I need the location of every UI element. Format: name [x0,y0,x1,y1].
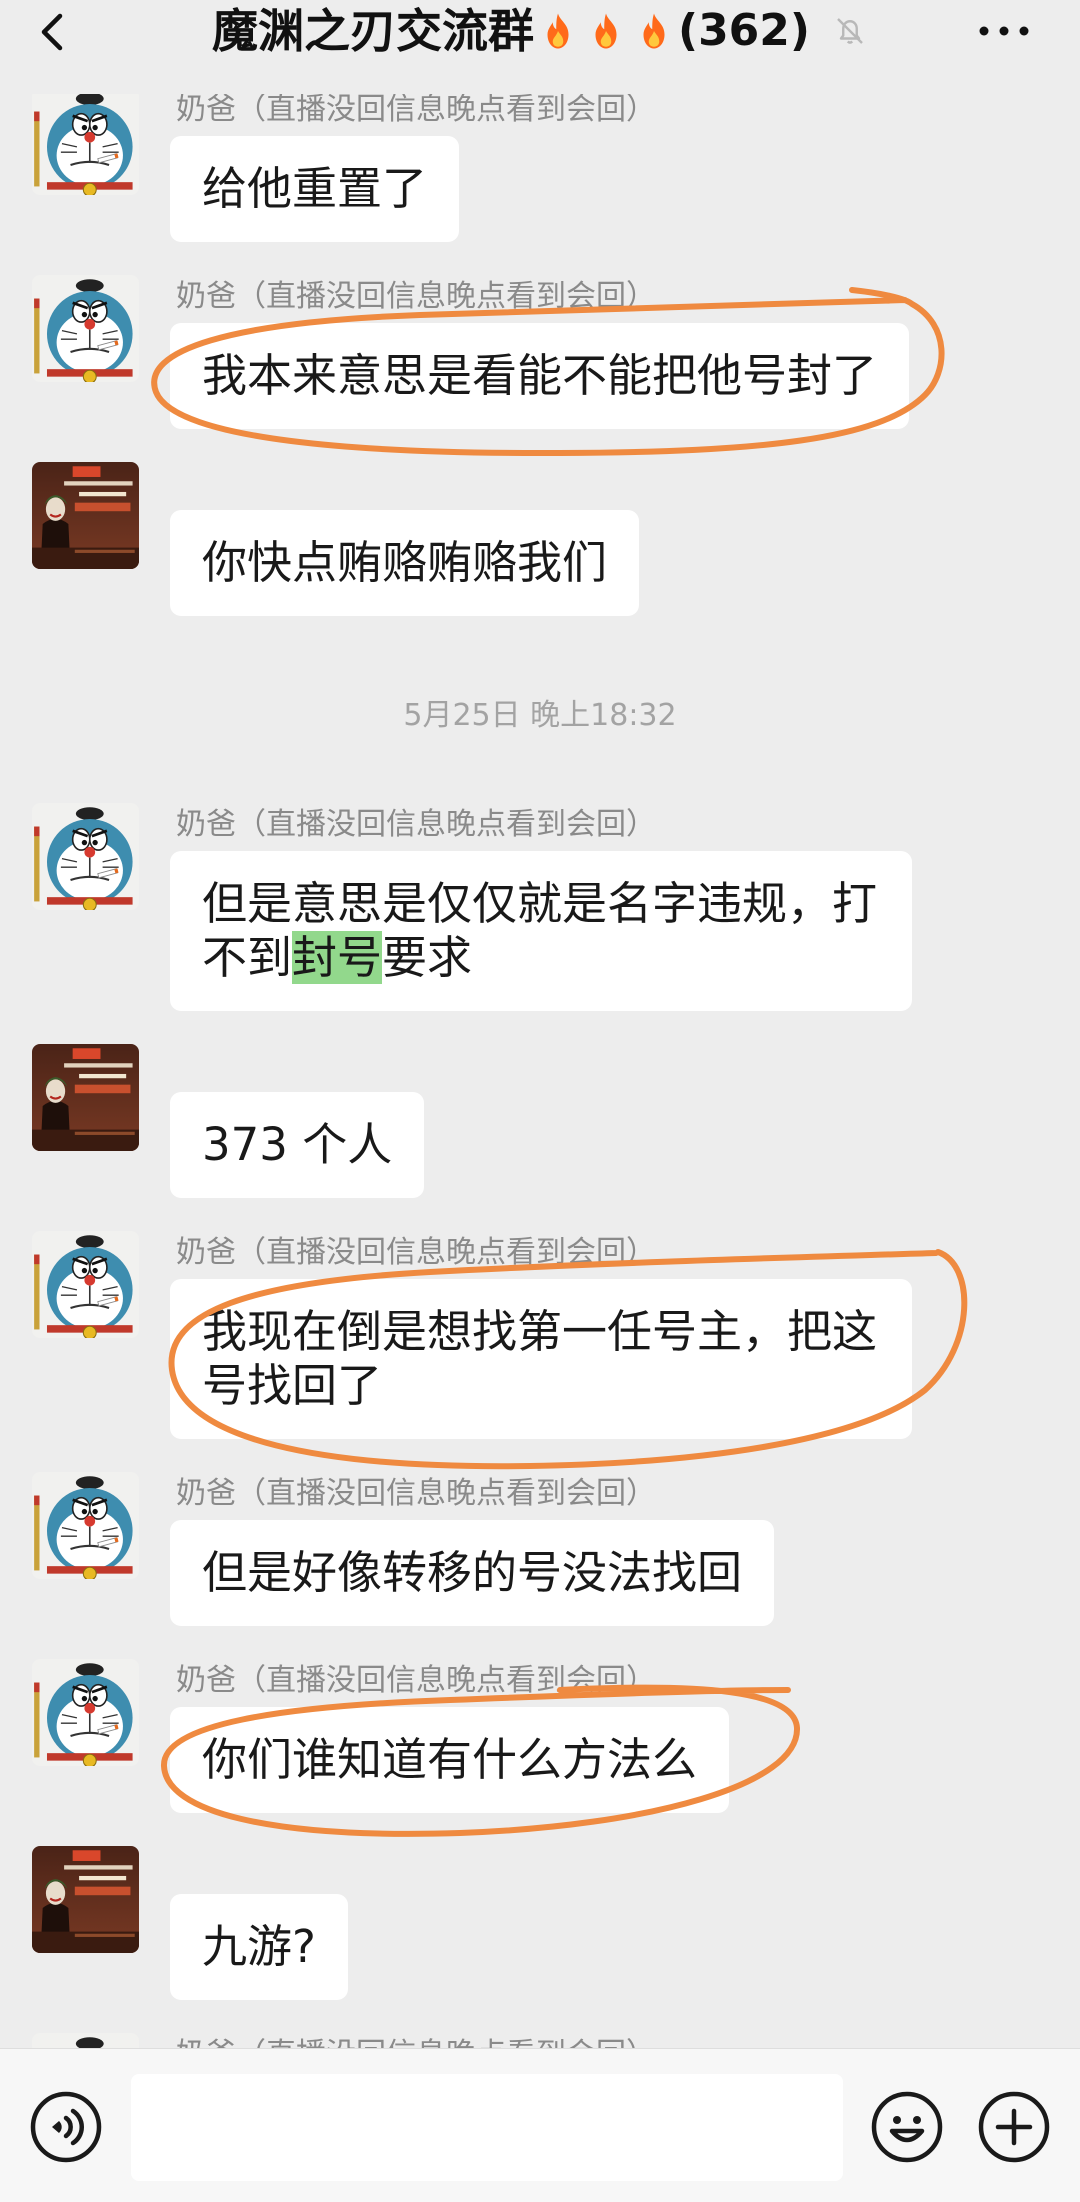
chat-title: 魔渊之刃交流群 [211,4,534,58]
sender-avatar[interactable] [32,2033,139,2048]
message-list[interactable]: 奶爸（直播没回信息晚点看到会回） 给他重置了 奶爸（直播没回信息晚点看到会回） … [0,94,1080,2048]
fire-icon [537,8,579,54]
message-text: 你快点贿赂贿赂我们 [202,536,608,589]
message-row: 你快点贿赂贿赂我们 [0,462,1080,616]
message-bubble[interactable]: 373 个人 [170,1092,425,1198]
sender-avatar[interactable] [32,1846,139,1953]
voice-icon[interactable] [28,2089,104,2165]
message-bubble[interactable]: 九游? [170,1894,348,2000]
sender-name: 奶爸（直播没回信息晚点看到会回） [176,94,656,127]
sender-avatar[interactable] [32,1231,139,1338]
sender-avatar[interactable] [32,803,139,910]
sender-avatar[interactable] [32,94,139,195]
sender-avatar[interactable] [32,1472,139,1579]
highlighted-text: 封号 [292,931,383,984]
sender-name: 奶爸（直播没回信息晚点看到会回） [176,807,656,842]
sender-name: 奶爸（直播没回信息晚点看到会回） [176,1476,656,1511]
message-input[interactable] [131,2074,843,2181]
fire-icon [585,8,627,54]
more-dots-icon[interactable] [976,14,1032,48]
emoji-icon[interactable] [869,2089,945,2165]
bell-off-icon [837,18,863,44]
message-row: 奶爸（直播没回信息晚点看到会回） 我本来意思是看能不能把他号封了 [0,275,1080,429]
message-row: 奶爸（直播没回信息晚点看到会回） 但是意思是仅仅就是名字违规，打不到封号要求 [0,803,1080,1011]
message-bubble[interactable]: 你快点贿赂贿赂我们 [170,510,640,616]
message-bubble[interactable]: 我现在倒是想找第一任号主，把这号找回了 [170,1279,912,1439]
sender-avatar[interactable] [32,1659,139,1766]
message-row: 奶爸（直播没回信息晚点看到会回） 但是好像转移的号没法找回 [0,1472,1080,1626]
message-text: 九游? [202,1920,316,1973]
chat-title-group: 魔渊之刃交流群 (362) [0,7,1080,55]
sender-avatar[interactable] [32,275,139,382]
sender-name: 奶爸（直播没回信息晚点看到会回） [176,2033,656,2048]
message-timestamp: 5月25日 晚上18:32 [403,698,677,733]
fire-icon [633,8,675,54]
message-text: 我现在倒是想找第一任号主，把这号找回了 [202,1305,878,1412]
message-text: 但是好像转移的号没法找回 [202,1546,743,1599]
message-text: 要求 [382,931,473,984]
plus-icon[interactable] [976,2089,1052,2165]
sender-avatar[interactable] [32,1044,139,1151]
message-bubble[interactable]: 但是好像转移的号没法找回 [170,1520,775,1626]
message-bubble[interactable]: 但是意思是仅仅就是名字违规，打不到封号要求 [170,851,912,1011]
chat-header: 魔渊之刃交流群 (362) [0,0,1080,94]
message-row: 奶爸（直播没回信息晚点看到会回） 给他重置了 [0,94,1080,242]
sender-avatar[interactable] [32,462,139,569]
sender-name: 奶爸（直播没回信息晚点看到会回） [176,279,656,314]
message-row: 九游? [0,1846,1080,2000]
member-count: (362) [677,5,811,56]
message-bubble[interactable]: 我本来意思是看能不能把他号封了 [170,323,910,429]
sender-name: 奶爸（直播没回信息晚点看到会回） [176,1663,656,1698]
input-bar [0,2048,1080,2202]
message-row: 奶爸（直播没回信息晚点看到会回） 你们谁知道有什么方法么 [0,1659,1080,1813]
message-text: 373 个人 [202,1118,393,1171]
sender-name: 奶爸（直播没回信息晚点看到会回） [176,1235,656,1270]
message-bubble[interactable]: 你们谁知道有什么方法么 [170,1707,730,1813]
message-text: 你们谁知道有什么方法么 [202,1733,698,1786]
message-row: 奶爸（直播没回信息晚点看到会回） 我现在倒是想找第一任号主，把这号找回了 [0,1231,1080,1439]
message-row: 奶爸（直播没回信息晚点看到会回） [0,2033,1080,2048]
message-text: 我本来意思是看能不能把他号封了 [202,349,878,402]
message-row: 373 个人 [0,1044,1080,1198]
message-bubble[interactable]: 给他重置了 [170,136,460,242]
message-text: 给他重置了 [202,162,428,215]
